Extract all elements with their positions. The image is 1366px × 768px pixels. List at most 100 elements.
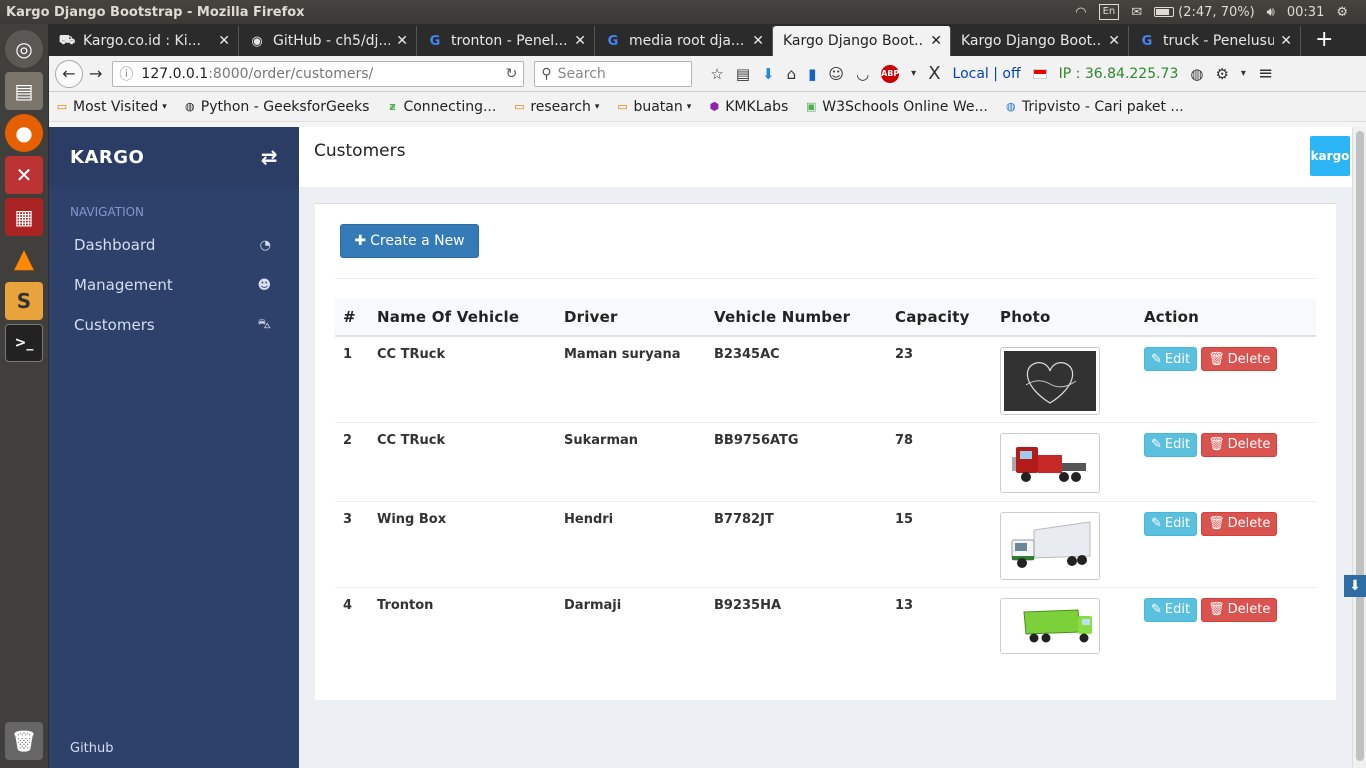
sublime-icon[interactable]: S: [5, 282, 43, 320]
page-scrollbar[interactable]: [1352, 127, 1366, 768]
edit-label: Edit: [1164, 516, 1191, 531]
github-link[interactable]: Github: [70, 741, 114, 756]
battery-indicator[interactable]: (2:47, 70%): [1154, 5, 1255, 20]
reading-list-icon[interactable]: ▤: [736, 65, 750, 83]
delete-button[interactable]: 🗑︎ Delete: [1201, 511, 1278, 536]
edit-button[interactable]: ✎ Edit: [1144, 597, 1198, 622]
tab-kargo-2[interactable]: Kargo Django Boot... ✕: [951, 26, 1129, 56]
pocket-icon[interactable]: ◡: [856, 65, 869, 83]
edit-label: Edit: [1164, 437, 1191, 452]
delete-label: Delete: [1227, 602, 1271, 617]
close-icon[interactable]: ✕: [574, 33, 586, 49]
keyboard-layout[interactable]: En: [1098, 4, 1120, 20]
sidebar-toggle-icon[interactable]: ⇄: [261, 145, 278, 169]
close-icon[interactable]: ✕: [1280, 33, 1292, 49]
cell-capacity: 13: [895, 597, 914, 613]
firefox-icon[interactable]: ●: [5, 114, 43, 152]
search-input[interactable]: ⚲ Search: [534, 60, 693, 87]
dashboard-icon: ◔: [259, 237, 271, 253]
bookmark-kmklabs[interactable]: ⬢ KMKLabs: [707, 99, 788, 115]
bookmark-buatan[interactable]: ▭ buatan ▾: [615, 99, 691, 115]
clock[interactable]: 00:31: [1287, 5, 1324, 20]
column-header: Vehicle Number: [706, 298, 887, 337]
delete-button[interactable]: 🗑︎ Delete: [1201, 432, 1278, 457]
app-red-icon[interactable]: ▦: [5, 198, 43, 236]
brand-name[interactable]: KARGO: [70, 147, 144, 168]
edit-button[interactable]: ✎ Edit: [1144, 432, 1198, 457]
edit-button[interactable]: ✎ Edit: [1144, 347, 1198, 371]
adblock-icon[interactable]: ABP: [881, 64, 899, 83]
download-arrow-icon[interactable]: ⬇: [1344, 575, 1366, 597]
w3schools-icon: ▣: [806, 100, 817, 113]
info-icon[interactable]: ⓘ: [119, 64, 133, 84]
terminal-icon[interactable]: >_: [5, 324, 43, 362]
settings-icon[interactable]: ✕: [5, 156, 43, 194]
os-top-panel: Kargo Django Bootstrap - Mozilla Firefox…: [0, 0, 1366, 24]
tab-title: Kargo Django Boot...: [961, 33, 1103, 49]
cell-number: 4: [343, 597, 353, 613]
close-icon[interactable]: ✕: [1108, 33, 1120, 49]
edit-button[interactable]: ✎ Edit: [1144, 511, 1198, 536]
tab-tronton-search[interactable]: G tronton - Penel... ✕: [417, 26, 595, 56]
create-new-button[interactable]: ✚ Create a New: [340, 224, 479, 258]
delete-button[interactable]: 🗑︎ Delete: [1201, 597, 1278, 622]
close-icon[interactable]: ✕: [752, 33, 764, 49]
sidebar-item-label: Management: [74, 276, 173, 294]
bookmark-tripvisto[interactable]: ◍ Tripvisto - Cari paket ...: [1004, 99, 1184, 115]
ubuntu-dash-icon[interactable]: ◎: [5, 30, 43, 68]
close-icon[interactable]: ✕: [218, 33, 230, 49]
reload-icon[interactable]: ↻: [506, 66, 518, 82]
cell-number: 3: [335, 501, 369, 588]
chevron-down-icon[interactable]: ▾: [1241, 68, 1246, 79]
cell-capacity: 15: [887, 501, 992, 588]
tab-media-root[interactable]: G media root dja... ✕: [595, 26, 773, 56]
sidebar-item-customers[interactable]: Customers ⛍: [49, 305, 299, 345]
tab-title: media root dja...: [629, 33, 745, 49]
tab-truck-search[interactable]: G truck - Penelusu... ✕: [1129, 26, 1301, 56]
chat-icon[interactable]: ☺: [828, 65, 844, 83]
plus-icon: ✚: [354, 233, 367, 249]
local-off-link[interactable]: Local | off: [953, 66, 1021, 82]
tab-github[interactable]: ◉ GitHub - ch5/dj... ✕: [239, 26, 417, 56]
bookmark-w3schools[interactable]: ▣ W3Schools Online We...: [804, 99, 988, 115]
bookmark-research[interactable]: ▭ research ▾: [512, 99, 599, 115]
file-manager-icon[interactable]: ▤: [5, 72, 43, 110]
download-icon[interactable]: ⬇: [762, 65, 775, 83]
close-icon[interactable]: ✕: [930, 33, 942, 49]
bookmark-most-visited[interactable]: ▭ Most Visited ▾: [55, 99, 167, 115]
chevron-down-icon[interactable]: ▾: [911, 68, 916, 79]
sidebar-item-dashboard[interactable]: Dashboard ◔: [49, 225, 299, 265]
menu-icon[interactable]: ≡: [1258, 63, 1273, 84]
close-icon[interactable]: ✕: [396, 33, 408, 49]
globe-icon[interactable]: ◍: [1190, 65, 1203, 83]
bookmark-label: Tripvisto - Cari paket ...: [1021, 98, 1184, 115]
tab-kargo-active[interactable]: Kargo Django Boot... ✕: [773, 26, 951, 56]
box-truck-image: [1000, 511, 1100, 580]
sidebar-item-management[interactable]: Management ☻: [49, 265, 299, 305]
trash-icon[interactable]: 🗑︎: [5, 722, 43, 760]
navigation-toolbar: ← → ⓘ 127.0.0.1 :8000/order/customers/ ↻…: [49, 56, 1366, 92]
extension-icon[interactable]: ⚙: [1215, 65, 1228, 83]
cell-vehicle-name: Wing Box: [369, 501, 556, 588]
bookmark-label: Most Visited: [73, 98, 159, 115]
new-tab-button[interactable]: +: [1301, 27, 1347, 56]
power-icon[interactable]: ⚙: [1336, 5, 1348, 20]
back-button[interactable]: ←: [55, 59, 83, 88]
mail-icon[interactable]: ✉: [1131, 5, 1142, 20]
database-icon[interactable]: ▮: [808, 65, 816, 83]
vlc-icon[interactable]: ▲: [5, 240, 43, 278]
delete-button[interactable]: 🗑︎ Delete: [1201, 347, 1278, 371]
x-icon[interactable]: X: [928, 63, 940, 84]
bookmark-star-icon[interactable]: ☆: [710, 65, 723, 83]
tab-kargo-co-id[interactable]: ⛟ Kargo.co.id : Ki... ✕: [49, 26, 239, 56]
bookmark-python-geeks[interactable]: ◍ Python - GeeksforGeeks: [183, 99, 370, 115]
home-icon[interactable]: ⌂: [787, 65, 797, 83]
url-bar[interactable]: ⓘ 127.0.0.1 :8000/order/customers/ ↻: [112, 60, 525, 87]
bookmark-connecting[interactable]: ƶ Connecting...: [385, 99, 496, 115]
cell-number: 2: [335, 422, 369, 502]
volume-icon[interactable]: 🔊︎: [1267, 5, 1275, 20]
scrollbar-thumb[interactable]: [1356, 131, 1364, 761]
truck-icon: ⛟: [58, 32, 76, 48]
wifi-icon[interactable]: ◠: [1075, 5, 1086, 20]
forward-button[interactable]: →: [89, 64, 102, 83]
